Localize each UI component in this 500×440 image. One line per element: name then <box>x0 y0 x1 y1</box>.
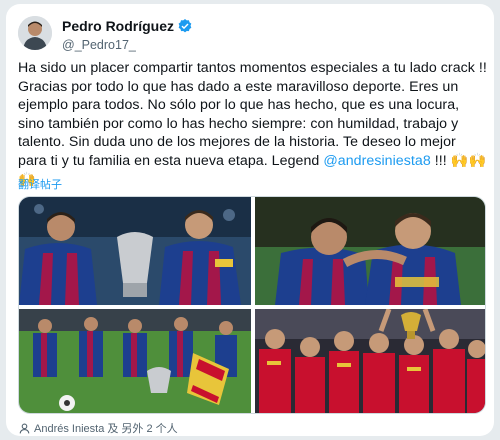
photo-team-pitch[interactable] <box>19 309 251 413</box>
mention-link[interactable]: @andresiniesta8 <box>323 153 430 169</box>
author-name[interactable]: Pedro Rodríguez <box>62 18 174 34</box>
photo-spain-team[interactable] <box>255 309 485 413</box>
person-tag-icon <box>19 423 30 433</box>
author-handle[interactable]: @_Pedro17_ <box>62 38 193 52</box>
tweet-card: Pedro Rodríguez @_Pedro17_ Ha sido un pl… <box>6 4 494 436</box>
photo-hug[interactable] <box>255 197 485 305</box>
translate-post-link[interactable]: 翻译帖子 <box>18 176 62 192</box>
tweet-header: Pedro Rodríguez @_Pedro17_ <box>18 14 482 54</box>
avatar[interactable] <box>18 16 52 50</box>
photo-trophy-celebration[interactable] <box>19 197 251 305</box>
tweet-text: Ha sido un placer compartir tantos momen… <box>18 59 488 189</box>
tagged-people-label: Andrés Iniesta 及 另外 2 个人 <box>34 423 178 435</box>
media-grid <box>18 196 486 414</box>
verified-badge-icon <box>178 18 192 33</box>
tagged-people[interactable]: Andrés Iniesta 及 另外 2 个人 <box>18 420 178 435</box>
author-block: Pedro Rodríguez @_Pedro17_ <box>62 17 193 52</box>
